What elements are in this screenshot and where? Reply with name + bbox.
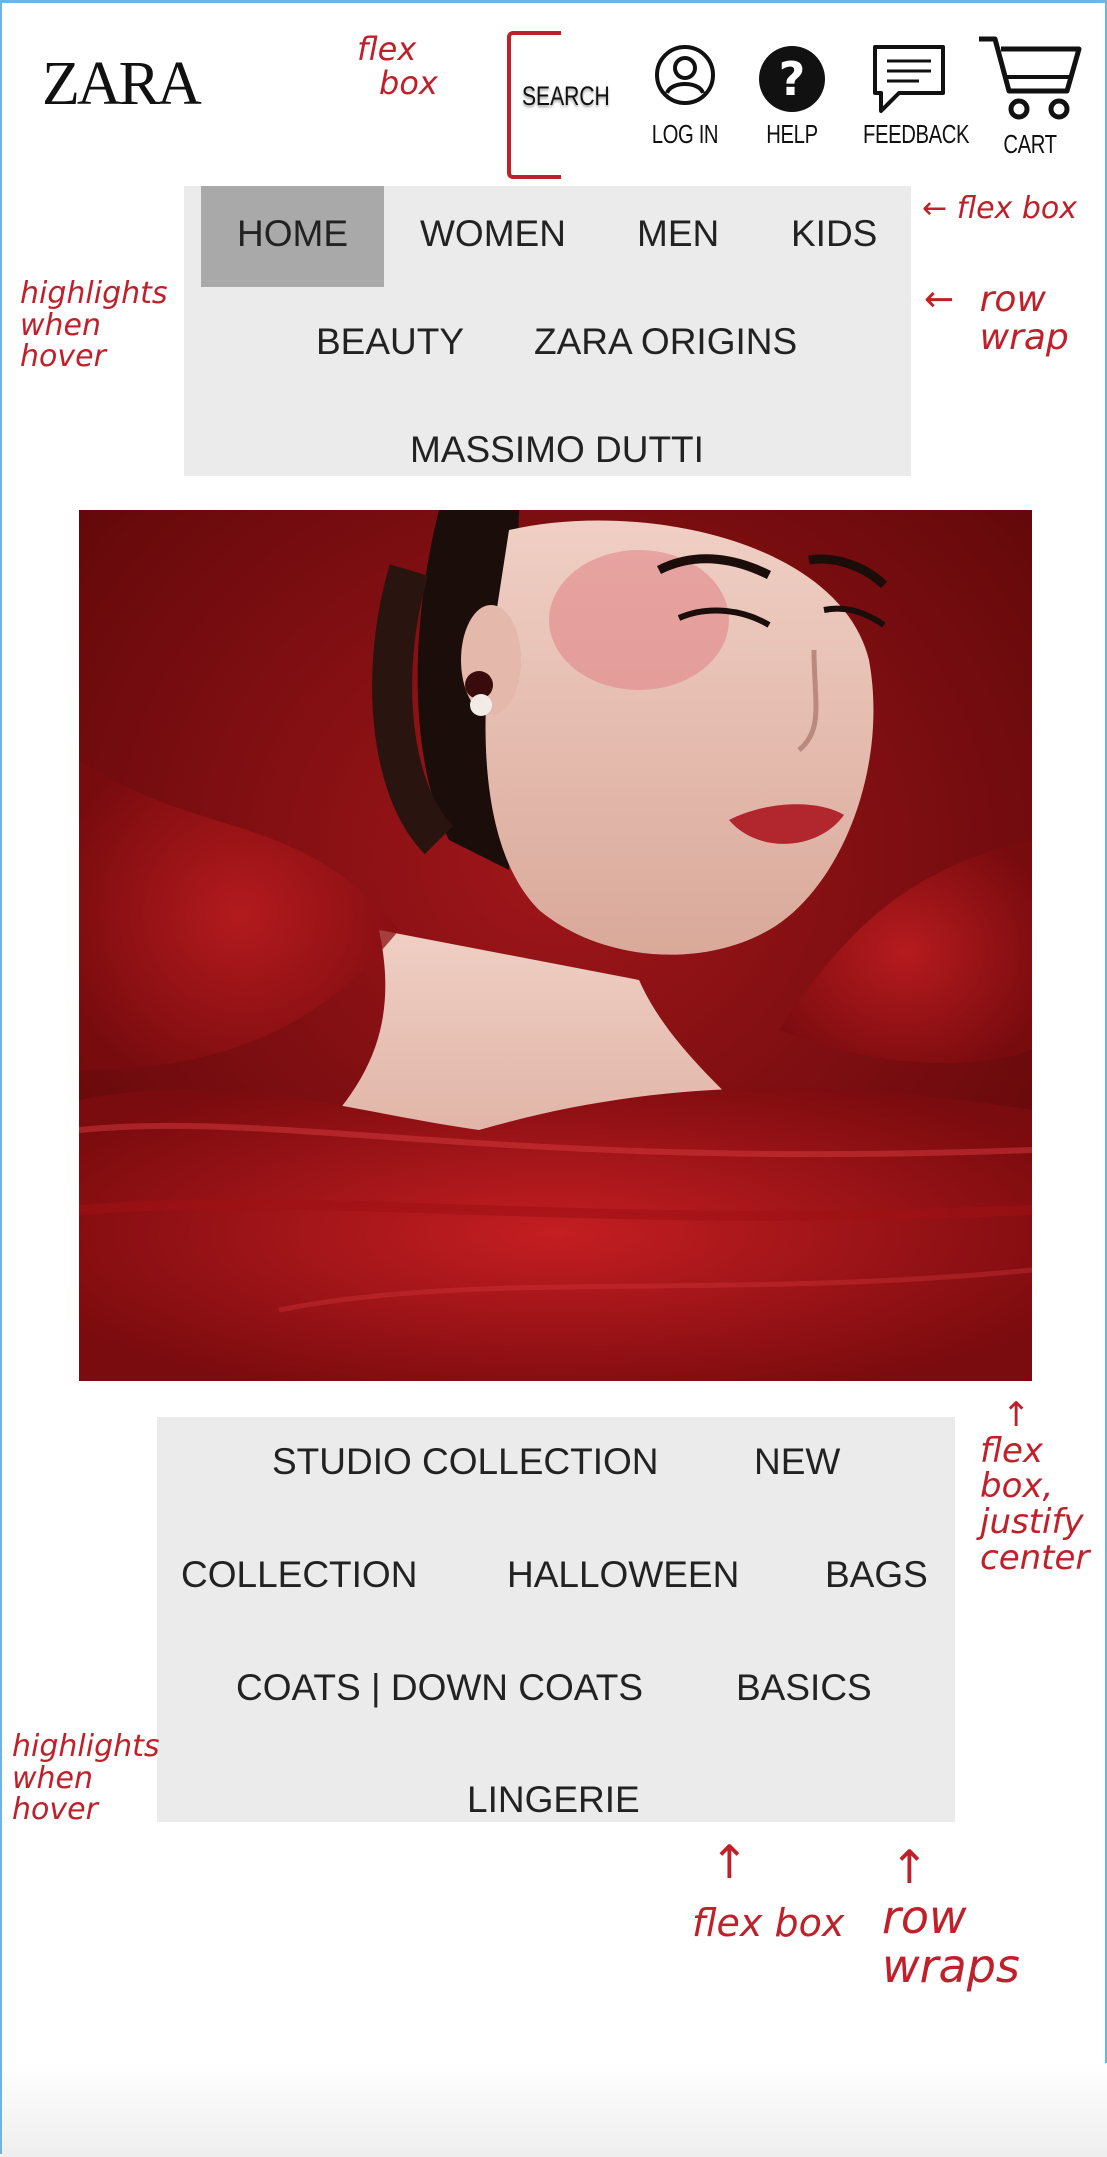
- collection-item-bags[interactable]: BAGS: [825, 1556, 928, 1593]
- search-button[interactable]: SEARCH: [522, 81, 610, 112]
- zara-logo[interactable]: ZARA: [42, 53, 202, 115]
- collection-item-halloween[interactable]: HALLOWEEN: [507, 1556, 739, 1593]
- arrow-up-icon: ↑: [710, 1835, 749, 1889]
- arrow-up-icon: ↑: [890, 1840, 929, 1894]
- collection-nav: STUDIO COLLECTION NEW COLLECTION HALLOWE…: [157, 1417, 955, 1822]
- annotation-header-flex: flex box: [357, 30, 438, 102]
- nav-item-men[interactable]: MEN: [637, 215, 719, 252]
- collection-item-lingerie[interactable]: LINGERIE: [467, 1781, 640, 1818]
- hero-photo: [79, 510, 1032, 1381]
- annotation-nav-hover: highlights when hover: [20, 276, 168, 374]
- cart-label: CART: [1003, 129, 1057, 159]
- bottom-fade: [2, 2063, 1107, 2157]
- arrow-up-icon: ↑: [1002, 1395, 1031, 1435]
- collection-item-basics[interactable]: BASICS: [736, 1669, 872, 1706]
- annotation-nav-flex: ← flex box: [922, 191, 1077, 226]
- feedback-label: FEEDBACK: [862, 119, 970, 149]
- main-nav: HOME WOMEN MEN KIDS BEAUTY ZARA ORIGINS …: [184, 186, 911, 476]
- help-icon: ?: [759, 46, 825, 112]
- nav-item-kids[interactable]: KIDS: [791, 215, 877, 252]
- collection-item-coats[interactable]: COATS | DOWN COATS: [236, 1669, 643, 1706]
- help-label: HELP: [766, 119, 818, 149]
- cart-icon: [979, 36, 1082, 120]
- svg-text:?: ?: [779, 52, 806, 106]
- chat-icon: [873, 45, 945, 113]
- user-icon: [655, 45, 715, 105]
- collection-item-new[interactable]: NEW: [754, 1443, 840, 1480]
- nav-item-home[interactable]: HOME: [201, 186, 384, 287]
- cart-button[interactable]: CART: [970, 33, 1090, 160]
- hero-image[interactable]: [79, 510, 1032, 1381]
- feedback-button[interactable]: FEEDBACK: [850, 43, 970, 150]
- login-label: LOG IN: [651, 119, 719, 149]
- annotation-bottom-wrap: ↑ row wraps: [882, 1840, 1020, 1993]
- arrow-left-icon: ←: [924, 279, 955, 320]
- login-button[interactable]: LOG IN: [630, 43, 740, 150]
- collection-item-collection[interactable]: COLLECTION: [181, 1556, 417, 1593]
- help-button[interactable]: ? HELP: [742, 45, 842, 150]
- arrow-left-icon: ←: [922, 191, 957, 226]
- annotation-bottom-flex: ↑ flex box: [692, 1835, 845, 1946]
- nav-item-beauty[interactable]: BEAUTY: [316, 323, 464, 360]
- nav-item-zara-origins[interactable]: ZARA ORIGINS: [534, 323, 797, 360]
- nav-item-massimo-dutti[interactable]: MASSIMO DUTTI: [410, 431, 704, 468]
- collection-item-studio[interactable]: STUDIO COLLECTION: [272, 1443, 659, 1480]
- nav-item-women[interactable]: WOMEN: [420, 215, 566, 252]
- annotation-nav-wrap: ← row wrap: [924, 279, 1069, 358]
- annotation-bottom-hover: highlights when hover: [12, 1729, 160, 1827]
- annotation-hero-flex: ↑ flex box, justify center: [980, 1395, 1090, 1578]
